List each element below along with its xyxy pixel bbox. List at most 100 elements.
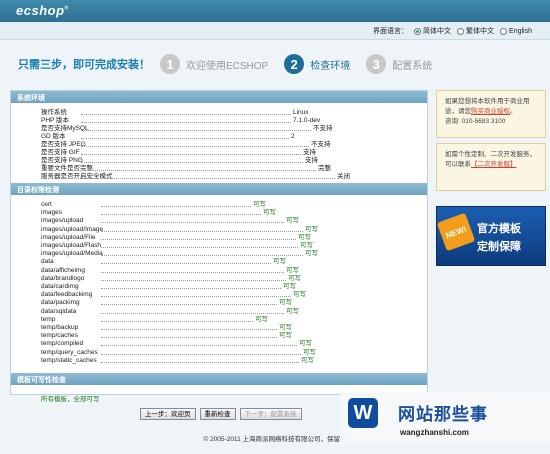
dotted-leader (81, 170, 316, 171)
step-check-env: 2 检查环境 (284, 54, 350, 74)
check-value: Linux (293, 109, 309, 116)
section-title-template-check: 模板可写性检查 (11, 373, 427, 385)
check-value: 关闭 (337, 173, 350, 180)
dir-perms-list: cert 可写 images 可写 images/upload 可写 images/uplo… (11, 195, 427, 373)
custom-dev-link[interactable]: 【二次开发服】 (471, 161, 517, 168)
check-value: 可写 (279, 324, 292, 331)
check-value: 可写 (286, 307, 299, 315)
check-label: images/upload/Flash (41, 242, 101, 249)
dotted-leader (101, 206, 251, 207)
check-label: GD 版本 (41, 133, 66, 140)
dotted-leader (81, 146, 309, 147)
check-label: 是否支持 PNG (41, 157, 83, 164)
check-row: images/upload/Flash 可写 (41, 242, 371, 250)
check-label: temp/query_caches (41, 348, 98, 356)
buy-license-link[interactable]: 购买商业授权 (471, 108, 510, 115)
check-value: 2 (291, 133, 295, 140)
check-value: 可写 (298, 233, 311, 241)
template-promo-banner[interactable]: NEW! 官方模板 定制保障 (436, 206, 546, 266)
check-row: 服务器是否开启安全模式 关闭 (41, 173, 371, 181)
dotted-leader (101, 279, 286, 281)
check-row: temp/static_caches 可写 (41, 357, 371, 365)
dotted-leader (101, 337, 277, 339)
check-panel: 系统环境 操作系统 Linux PHP 版本 7.1.0-dev 是否支持MySQL 不支… (10, 90, 428, 403)
check-row: temp/query_caches 可写 (41, 349, 371, 357)
dotted-leader (101, 271, 284, 273)
check-label: images/upload (41, 217, 84, 225)
check-label: 是否支持 GIF (41, 149, 80, 156)
check-row: 是否支持 JPEG 不支持 (41, 141, 371, 149)
check-row: data/brandlogo 可写 (41, 275, 371, 283)
check-value: 可写 (300, 242, 313, 249)
dotted-leader (81, 138, 289, 139)
check-label: data/afficheimg (41, 266, 85, 274)
check-label: data/sqldata (41, 307, 77, 315)
check-row: data/sqldata 可写 (41, 308, 371, 316)
check-value: 可写 (279, 299, 292, 307)
language-option-zh-cn[interactable]: 简体中文 (414, 26, 451, 36)
next-button[interactable]: 下一步：配置系统 (239, 408, 302, 420)
check-row: images/upload 可写 (41, 217, 371, 225)
dotted-leader (101, 238, 296, 240)
step-configure: 3 配置系统 (366, 54, 432, 74)
check-label: images/upload/Image (41, 225, 104, 233)
step-label: 欢迎使用ECSHOP (186, 60, 269, 72)
check-row: data/packimg 可写 (41, 299, 371, 307)
check-value: 可写 (286, 266, 299, 274)
language-option-en[interactable]: English (500, 27, 532, 35)
check-label: 是否支持MySQL (41, 125, 89, 132)
system-env-list: 操作系统 Linux PHP 版本 7.1.0-dev 是否支持MySQL 不支持 GD 版… (11, 103, 427, 183)
check-row: data 可写 (41, 258, 371, 266)
check-label: PHP 版本 (41, 117, 70, 124)
dotted-leader (101, 304, 277, 306)
check-value: 可写 (283, 283, 296, 290)
recheck-button[interactable]: 重新检查 (199, 408, 236, 420)
step-number-icon: 2 (284, 54, 305, 74)
check-row: GD 版本 2 (41, 133, 371, 141)
check-row: temp 可写 (41, 316, 371, 324)
check-row: images 可写 (41, 209, 371, 217)
step-label: 检查环境 (310, 60, 351, 72)
dotted-leader (101, 320, 253, 322)
check-value: 可写 (299, 340, 312, 348)
dotted-leader (81, 154, 301, 155)
check-value: 可写 (253, 201, 266, 208)
new-badge-icon: NEW! (437, 212, 476, 252)
prev-button[interactable]: 上一步：欢迎页 (140, 408, 196, 420)
check-value: 支持 (303, 149, 316, 156)
radio-icon[interactable] (457, 27, 465, 35)
watermark-url: wangzhanshi.com (400, 428, 469, 437)
check-value: 7.1.0-dev (293, 117, 321, 124)
check-label: temp/caches (41, 332, 78, 340)
install-steps: 只需三步，即可完成安装！ 1 欢迎使用ECSHOP 2 检查环境 3 配置系统 (18, 50, 538, 78)
commercial-license-box: 如果您想将本软件用于商业用途，请您购买商业授权。 咨询: 010-5683 31… (436, 90, 546, 138)
section-title-dir-perms: 目录权限检测 (11, 183, 427, 195)
check-row: PHP 版本 7.1.0-dev (41, 117, 371, 125)
dotted-leader (101, 222, 284, 224)
dotted-leader (101, 312, 284, 314)
check-label: temp/static_caches (41, 356, 97, 364)
check-label: temp/backup (41, 324, 79, 331)
check-row: 重要文件是否完整 完整 (41, 165, 371, 173)
radio-icon[interactable] (500, 27, 508, 35)
check-value: 可写 (288, 274, 301, 282)
promo-line-2: 定制保障 (477, 241, 521, 253)
check-row: temp/caches 可写 (41, 332, 371, 340)
check-row: images/upload/File 可写 (41, 234, 371, 242)
check-value: 可写 (305, 225, 318, 233)
radio-selected-icon[interactable] (414, 27, 422, 35)
check-value: 可写 (286, 217, 299, 225)
step-welcome: 1 欢迎使用ECSHOP (160, 54, 268, 74)
dotted-leader (101, 288, 281, 289)
check-label: 是否支持 JPEG (41, 141, 86, 148)
step-label: 配置系统 (392, 60, 433, 72)
watermark-logo-icon: W (348, 398, 378, 428)
language-option-zh-tw[interactable]: 繁体中文 (457, 26, 494, 36)
check-value: 完整 (318, 165, 331, 172)
check-value: 可写 (263, 209, 276, 217)
top-bar: ecshop® (0, 0, 550, 22)
check-value: 可写 (255, 315, 268, 323)
check-row: temp/compiled 可写 (41, 340, 371, 348)
dotted-leader (81, 114, 291, 115)
dotted-leader (81, 178, 335, 179)
